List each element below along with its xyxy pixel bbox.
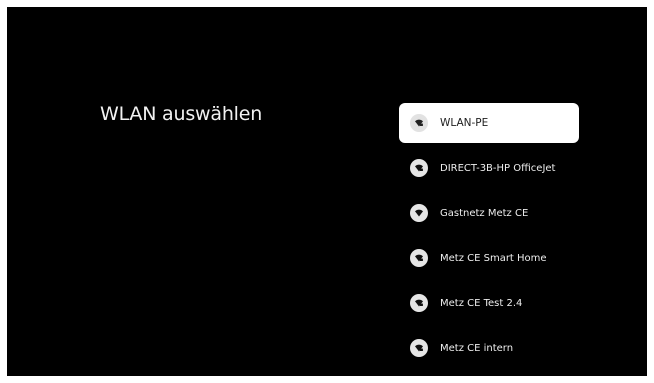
network-name: WLAN-PE bbox=[440, 117, 489, 129]
wifi-lock-icon bbox=[410, 294, 428, 312]
page-title: WLAN auswählen bbox=[100, 103, 263, 125]
network-item-gastnetz[interactable]: Gastnetz Metz CE bbox=[399, 193, 579, 233]
network-item-direct-hp-officejet[interactable]: DIRECT-3B-HP OfficeJet bbox=[399, 148, 579, 188]
wifi-lock-icon bbox=[410, 339, 428, 357]
network-list: WLAN-PE DIRECT-3B-HP OfficeJet Gastnetz … bbox=[399, 103, 579, 373]
network-name: Metz CE Test 2.4 bbox=[440, 297, 523, 309]
network-name: DIRECT-3B-HP OfficeJet bbox=[440, 162, 556, 174]
wifi-lock-icon bbox=[410, 114, 428, 132]
network-name: Metz CE Smart Home bbox=[440, 252, 547, 264]
network-item-intern[interactable]: Metz CE intern bbox=[399, 328, 579, 368]
tv-screen: WLAN auswählen WLAN-PE DIRECT-3B-HP Offi… bbox=[7, 7, 647, 376]
wifi-lock-icon bbox=[410, 159, 428, 177]
network-name: Gastnetz Metz CE bbox=[440, 207, 529, 219]
network-item-test-24[interactable]: Metz CE Test 2.4 bbox=[399, 283, 579, 323]
network-name: Metz CE intern bbox=[440, 342, 514, 354]
network-item-smart-home[interactable]: Metz CE Smart Home bbox=[399, 238, 579, 278]
network-item-wlan-pe[interactable]: WLAN-PE bbox=[399, 103, 579, 143]
wifi-lock-icon bbox=[410, 249, 428, 267]
wifi-icon bbox=[410, 204, 428, 222]
